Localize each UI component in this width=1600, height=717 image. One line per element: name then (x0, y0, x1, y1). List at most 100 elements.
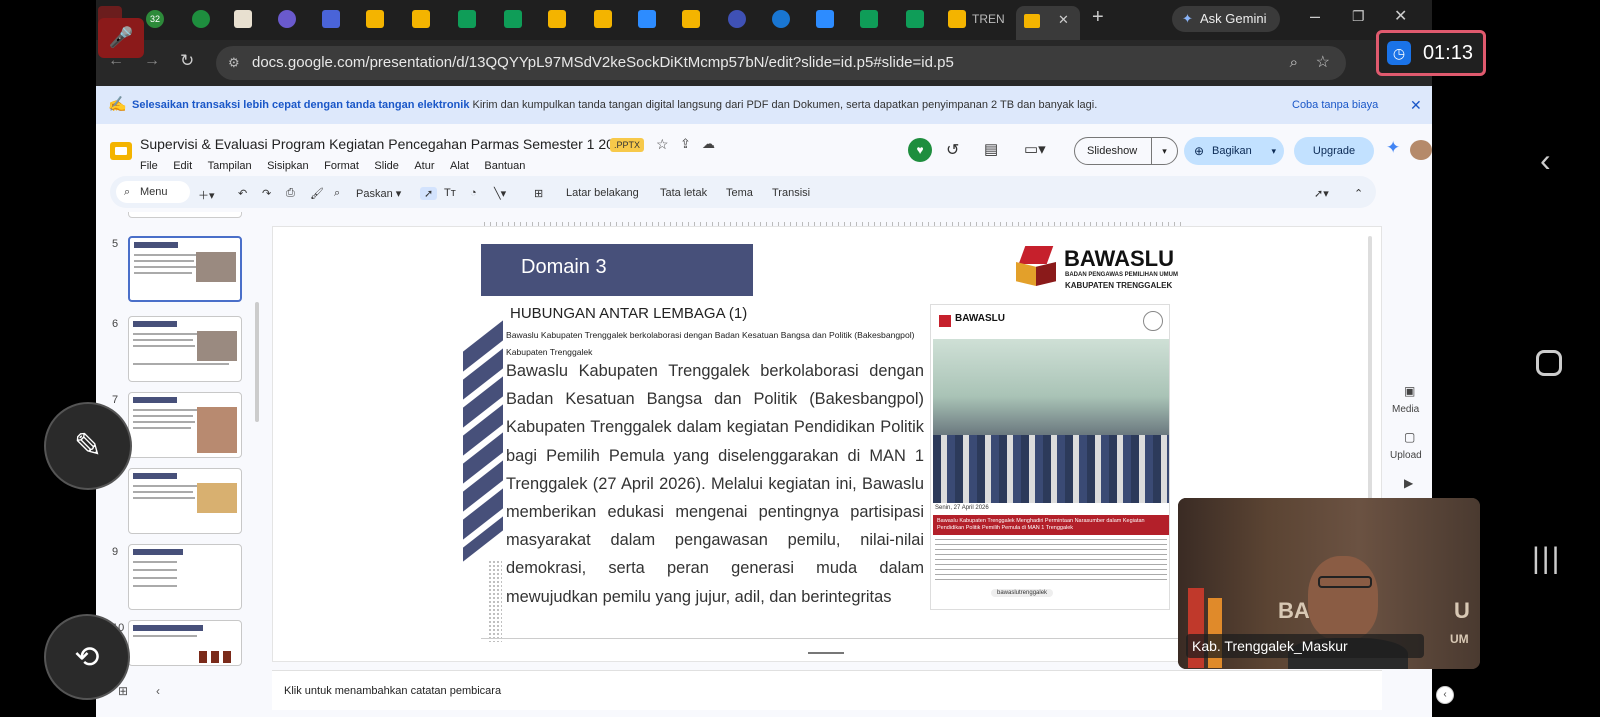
avatar[interactable] (1410, 140, 1432, 160)
meet-icon[interactable]: ▭▾ (1024, 140, 1046, 158)
zoom-icon[interactable]: ⌕ (334, 187, 340, 200)
slide-thumbnail-8[interactable] (128, 468, 242, 534)
zoom-icon[interactable] (638, 10, 656, 28)
menu-slide[interactable]: Slide (374, 160, 398, 172)
close-tab-icon[interactable]: ✕ (1058, 12, 1069, 28)
pointer-mode-icon[interactable]: ➚▾ (1314, 187, 1329, 200)
forward-icon[interactable]: → (144, 52, 160, 70)
slide-thumbnail-6[interactable] (128, 316, 242, 382)
menu-tools[interactable]: Alat (450, 160, 469, 172)
drive-icon[interactable] (948, 10, 966, 28)
media-icon[interactable]: ▣ (1404, 384, 1415, 398)
drive-icon[interactable] (412, 10, 430, 28)
scroll-handle[interactable] (808, 652, 844, 654)
drive-icon[interactable] (548, 10, 566, 28)
minimize-icon[interactable]: – (1310, 6, 1320, 27)
line-icon[interactable]: ╲▾ (494, 187, 506, 200)
video-icon[interactable]: ▶ (1404, 476, 1413, 490)
undo-icon[interactable]: ↶ (238, 187, 247, 200)
redo-icon[interactable]: ↷ (262, 187, 271, 200)
collapse-panel-icon[interactable]: ‹ (156, 684, 160, 698)
tab-title[interactable]: TREN (972, 12, 1005, 26)
restore-icon[interactable]: ❐ (1352, 8, 1365, 25)
zoom-icon[interactable] (816, 10, 834, 28)
background-button[interactable]: Latar belakang (566, 187, 639, 199)
menu-file[interactable]: File (140, 160, 158, 172)
active-tab[interactable]: ✕ (1016, 6, 1080, 40)
zoom-select[interactable]: Paskan ▾ (356, 187, 401, 200)
gemini-heart-icon[interactable]: ♥ (908, 138, 932, 162)
try-free-link[interactable]: Coba tanpa biaya (1292, 86, 1378, 124)
reload-icon[interactable]: ↻ (180, 51, 194, 71)
tab-favicon[interactable] (906, 10, 924, 28)
chevron-down-icon[interactable]: ▾ (1271, 137, 1276, 165)
upgrade-button[interactable]: Upgrade (1294, 137, 1374, 165)
tab-badge[interactable]: 32 (146, 10, 164, 28)
tab-favicon[interactable] (504, 10, 522, 28)
mic-muted-icon[interactable]: 🎤 (98, 18, 144, 58)
menu-search-button[interactable]: ⌕ Menu (116, 181, 190, 203)
collapse-icon[interactable]: ⌃ (1354, 187, 1363, 200)
recents-nav-icon[interactable]: ||| (1532, 542, 1561, 576)
bookmark-star-icon[interactable]: ☆ (1316, 46, 1330, 80)
home-nav-icon[interactable] (1536, 350, 1562, 376)
menu-view[interactable]: Tampilan (208, 160, 252, 172)
tab-favicon[interactable] (192, 10, 210, 28)
document-title[interactable]: Supervisi & Evaluasi Program Kegiatan Pe… (140, 136, 630, 152)
move-icon[interactable]: ⇪ (680, 136, 691, 152)
layout-button[interactable]: Tata letak (660, 187, 707, 199)
tab-favicon[interactable] (728, 10, 746, 28)
slide-thumbnail-9[interactable] (128, 544, 242, 610)
paint-format-icon[interactable]: 🖌 (310, 187, 324, 200)
text-box-icon[interactable]: Tт (444, 187, 456, 199)
share-button[interactable]: ⊕ Bagikan ▾ (1184, 137, 1284, 165)
tab-favicon[interactable] (322, 10, 340, 28)
slideshow-button[interactable]: Slideshow ▾ (1074, 137, 1178, 165)
chevron-down-icon[interactable]: ▾ (1151, 138, 1177, 164)
scrollbar[interactable] (255, 302, 259, 422)
site-info-icon[interactable]: ⚙ (228, 46, 240, 80)
history-icon[interactable]: ↺ (946, 140, 959, 160)
video-participant-tile[interactable]: BA U UM Kab. Trenggalek_Maskur (1178, 498, 1480, 669)
rotate-button[interactable]: ⟲ (44, 614, 130, 700)
new-tab-button[interactable]: + (1092, 6, 1104, 29)
menu-edit[interactable]: Edit (173, 160, 192, 172)
comment-add-icon[interactable]: ⊞ (534, 187, 543, 200)
tab-favicon[interactable] (234, 10, 252, 28)
tab-favicon[interactable] (772, 10, 790, 28)
upload-label[interactable]: Upload (1390, 450, 1422, 461)
slide-thumbnail-7[interactable] (128, 392, 242, 458)
ask-gemini-button[interactable]: ✦ Ask Gemini (1172, 6, 1280, 32)
select-tool-icon[interactable]: ➚ (420, 187, 438, 200)
grid-view-icon[interactable]: ⊞ (118, 684, 128, 698)
tab-favicon[interactable] (860, 10, 878, 28)
search-icon[interactable]: ⌕ (1290, 46, 1298, 80)
slide-thumbnail-10[interactable] (128, 620, 242, 666)
tab-favicon[interactable] (458, 10, 476, 28)
tab-favicon[interactable] (278, 10, 296, 28)
shape-icon[interactable]: ◔ (470, 187, 477, 199)
address-bar[interactable]: ⚙ docs.google.com/presentation/d/13QQYYp… (216, 46, 1346, 80)
comments-icon[interactable]: ▤ (984, 140, 998, 158)
print-icon[interactable]: ⎙ (286, 187, 295, 200)
back-nav-icon[interactable]: ‹ (1540, 142, 1551, 179)
drive-icon[interactable] (682, 10, 700, 28)
upload-icon[interactable]: ▢ (1404, 430, 1415, 444)
slides-logo-icon[interactable] (110, 142, 132, 160)
menu-insert[interactable]: Sisipkan (267, 160, 309, 172)
close-window-icon[interactable]: ✕ (1394, 6, 1407, 26)
menu-format[interactable]: Format (324, 160, 359, 172)
star-icon[interactable]: ☆ (656, 136, 669, 153)
drive-icon[interactable] (366, 10, 384, 28)
speaker-notes[interactable]: Klik untuk menambahkan catatan pembicara (272, 670, 1382, 710)
media-label[interactable]: Media (1392, 404, 1419, 415)
menu-arrange[interactable]: Atur (414, 160, 434, 172)
close-banner-icon[interactable]: ✕ (1410, 86, 1422, 124)
menu-help[interactable]: Bantuan (484, 160, 525, 172)
slide-thumbnail-5[interactable] (128, 236, 242, 302)
new-slide-icon[interactable]: ＋▾ (198, 187, 215, 203)
drive-icon[interactable] (594, 10, 612, 28)
gemini-icon[interactable]: ✦ (1386, 138, 1400, 158)
theme-button[interactable]: Tema (726, 187, 753, 199)
transition-button[interactable]: Transisi (772, 187, 810, 199)
